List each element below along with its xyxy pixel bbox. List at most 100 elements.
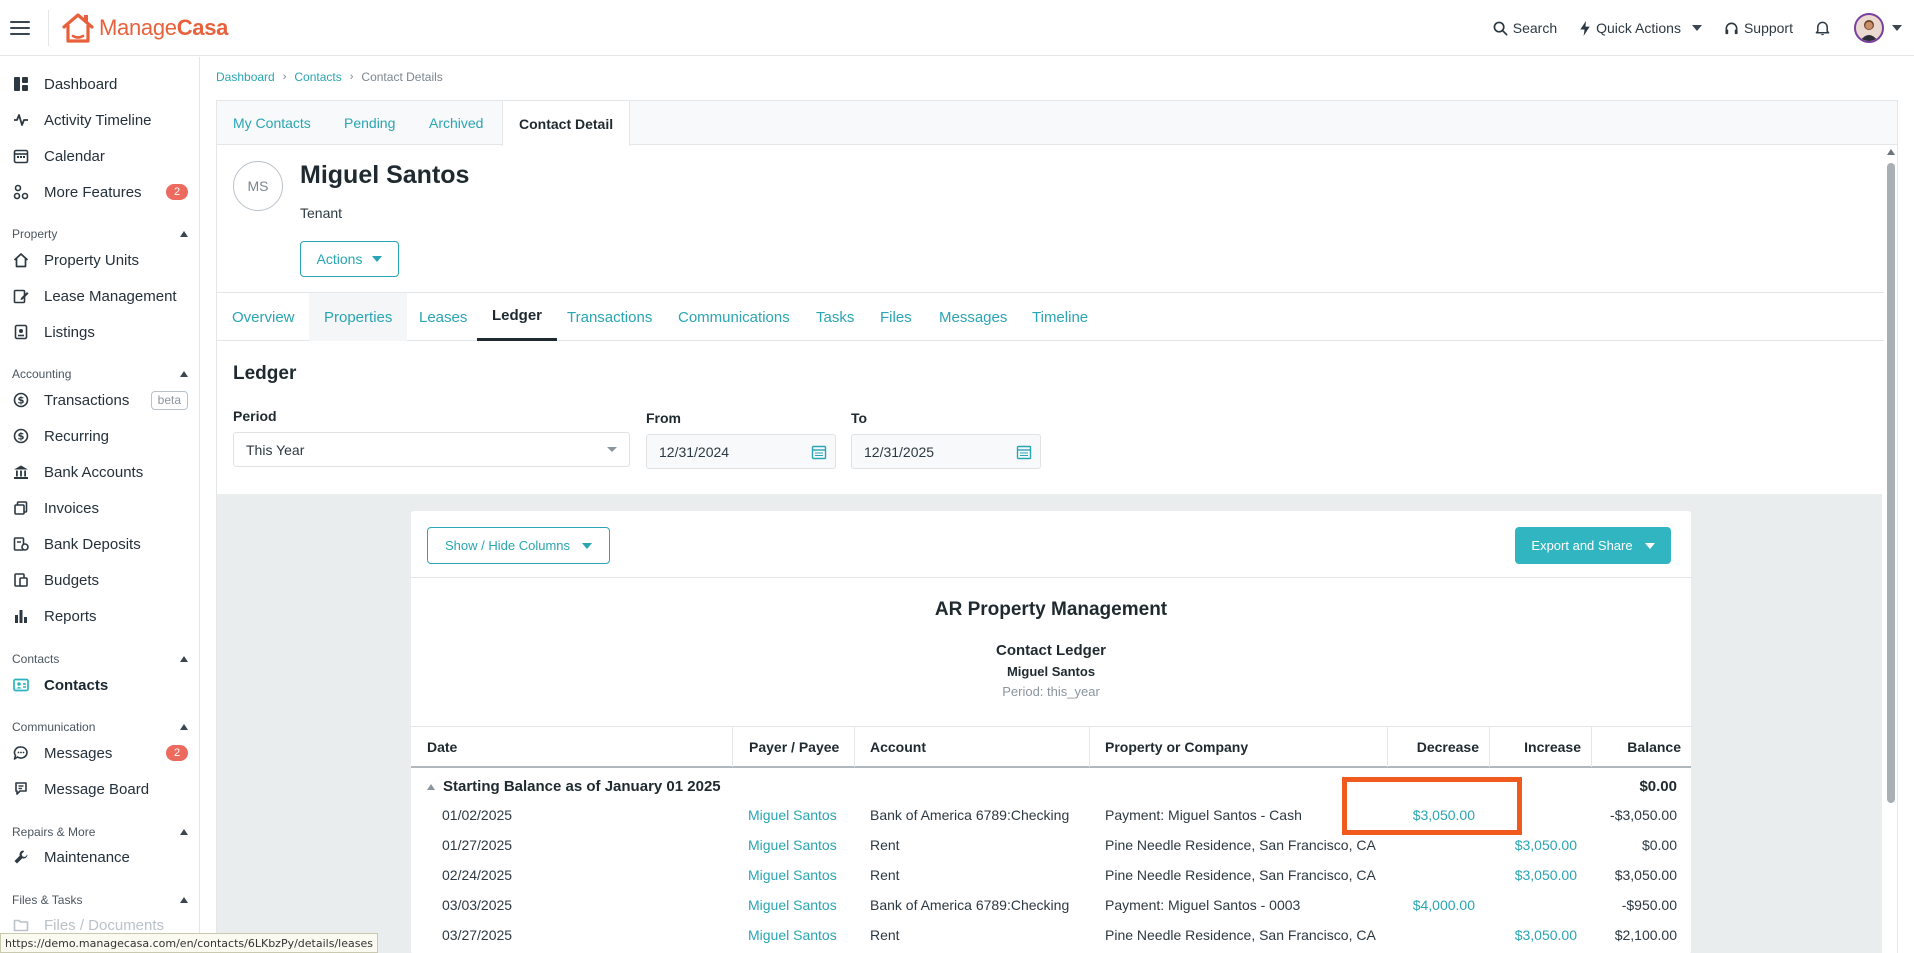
subtab-communications[interactable]: Communications (663, 293, 805, 341)
row-payee-link[interactable]: Miguel Santos (748, 927, 837, 943)
search-button[interactable]: Search (1493, 20, 1557, 36)
svg-text:$: $ (18, 396, 25, 407)
sidebar-item-dashboard[interactable]: Dashboard (0, 69, 199, 99)
period-select[interactable]: This Year (233, 432, 630, 467)
notifications-button[interactable] (1815, 20, 1830, 36)
highlight-annotation (1342, 777, 1522, 835)
sidebar-item-label: Property Units (44, 251, 140, 269)
beta-badge: beta (150, 390, 188, 410)
scrollbar-thumb[interactable] (1887, 163, 1895, 803)
calendar-icon[interactable] (1016, 444, 1032, 460)
row-increase-link[interactable]: $3,050.00 (1515, 867, 1577, 883)
row-account: Rent (870, 867, 900, 883)
sidebar-item-contacts[interactable]: Contacts (0, 670, 199, 700)
row-date: 01/27/2025 (442, 837, 513, 853)
subtab-transactions[interactable]: Transactions (552, 293, 667, 341)
sidebar-item-reports[interactable]: Reports (0, 601, 199, 631)
sidebar-section-accounting[interactable]: Accounting (12, 367, 188, 381)
sidebar-item-lease-management[interactable]: Lease Management (0, 281, 199, 311)
tab-pending[interactable]: Pending (328, 101, 411, 145)
row-payee-link[interactable]: Miguel Santos (748, 867, 837, 883)
subtab-timeline[interactable]: Timeline (1017, 293, 1103, 341)
sidebar-item-invoices[interactable]: Invoices (0, 493, 199, 523)
tab-my-contacts[interactable]: My Contacts (217, 101, 327, 145)
tab-contact-detail[interactable]: Contact Detail (502, 101, 631, 146)
sidebar-item-bank-accounts[interactable]: Bank Accounts (0, 457, 199, 487)
breadcrumb-dashboard[interactable]: Dashboard (216, 70, 275, 84)
sidebar-item-calendar[interactable]: Calendar (0, 141, 199, 171)
subtab-tasks[interactable]: Tasks (801, 293, 869, 341)
sidebar-item-transactions[interactable]: $ Transactions beta (0, 385, 199, 415)
subtab-leases[interactable]: Leases (404, 293, 482, 341)
sidebar-item-more-features[interactable]: More Features 2 (0, 177, 199, 207)
sidebar-section-files[interactable]: Files & Tasks (12, 893, 188, 907)
sidebar-item-message-board[interactable]: Message Board (0, 774, 199, 804)
from-date-value: 12/31/2024 (659, 443, 730, 460)
dollar-circle-icon: $ (12, 427, 30, 445)
row-property: Pine Needle Residence, San Francisco, CA (1105, 927, 1376, 943)
breadcrumb: Dashboard › Contacts › Contact Details (216, 70, 443, 84)
row-increase-link[interactable]: $3,050.00 (1515, 837, 1577, 853)
chevron-up-icon (180, 897, 188, 903)
sidebar-item-bank-deposits[interactable]: Bank Deposits (0, 529, 199, 559)
user-menu-chevron-icon[interactable] (1892, 25, 1902, 31)
collapse-icon[interactable] (427, 783, 435, 790)
show-hide-columns-button[interactable]: Show / Hide Columns (427, 527, 610, 564)
sidebar-item-recurring[interactable]: $ Recurring (0, 421, 199, 451)
scroll-up-icon[interactable] (1887, 149, 1895, 155)
subtab-messages[interactable]: Messages (924, 293, 1022, 341)
from-date-input[interactable]: 12/31/2024 (646, 434, 836, 469)
row-balance: -$950.00 (1621, 897, 1677, 913)
row-payee-link[interactable]: Miguel Santos (748, 897, 837, 913)
sidebar-section-contacts[interactable]: Contacts (12, 652, 188, 666)
subtab-overview[interactable]: Overview (217, 293, 310, 341)
user-avatar[interactable] (1854, 13, 1884, 43)
report-divider (411, 577, 1691, 578)
sidebar-item-activity-timeline[interactable]: Activity Timeline (0, 105, 199, 135)
sidebar-item-label: Activity Timeline (44, 111, 152, 129)
row-date: 03/03/2025 (442, 897, 513, 913)
from-label: From (646, 410, 681, 426)
export-share-button[interactable]: Export and Share (1515, 527, 1671, 564)
support-button[interactable]: Support (1724, 20, 1793, 36)
subtab-ledger[interactable]: Ledger (477, 293, 558, 341)
sidebar-item-messages[interactable]: Messages 2 (0, 738, 199, 768)
search-icon (1493, 21, 1508, 35)
chevron-down-icon (582, 542, 592, 549)
menu-icon[interactable] (10, 20, 30, 35)
row-payee-link[interactable]: Miguel Santos (748, 837, 837, 853)
contact-avatar: MS (233, 161, 283, 211)
chevron-up-icon (180, 724, 188, 730)
sidebar-item-label: Budgets (44, 571, 100, 589)
subtab-properties[interactable]: Properties (309, 293, 408, 341)
ledger-report: Show / Hide Columns Export and Share AR … (411, 511, 1691, 953)
actions-button[interactable]: Actions (300, 241, 399, 277)
sidebar-item-listings[interactable]: Listings (0, 317, 199, 347)
scrollbar[interactable] (1884, 145, 1897, 953)
sidebar-item-budgets[interactable]: Budgets (0, 565, 199, 595)
sidebar-section-property[interactable]: Property (12, 227, 188, 241)
house-icon (12, 251, 30, 269)
breadcrumb-contacts[interactable]: Contacts (294, 70, 341, 84)
chevron-down-icon (1691, 25, 1702, 31)
topbar-divider (48, 9, 49, 46)
table-row: 03/27/2025 Miguel Santos Rent Pine Needl… (411, 920, 1691, 950)
row-increase-link[interactable]: $3,050.00 (1515, 927, 1577, 943)
sidebar-section-communication[interactable]: Communication (12, 720, 188, 734)
lease-edit-icon (12, 287, 30, 305)
tab-archived[interactable]: Archived (413, 101, 499, 145)
chevron-up-icon (180, 371, 188, 377)
row-payee-link[interactable]: Miguel Santos (748, 807, 837, 823)
app-logo[interactable]: ManageCasa (61, 12, 228, 44)
row-decrease-link[interactable]: $4,000.00 (1413, 897, 1475, 913)
sidebar-section-repairs[interactable]: Repairs & More (12, 825, 188, 839)
wrench-icon (12, 848, 30, 866)
quick-actions-button[interactable]: Quick Actions (1579, 20, 1702, 36)
top-bar: ManageCasa Search Quick Actions Support (0, 0, 1914, 56)
sidebar-item-label: Transactions (44, 391, 130, 409)
subtab-files[interactable]: Files (865, 293, 927, 341)
calendar-icon[interactable] (811, 444, 827, 460)
sidebar-item-property-units[interactable]: Property Units (0, 245, 199, 275)
sidebar-item-maintenance[interactable]: Maintenance (0, 842, 199, 872)
to-date-input[interactable]: 12/31/2025 (851, 434, 1041, 469)
